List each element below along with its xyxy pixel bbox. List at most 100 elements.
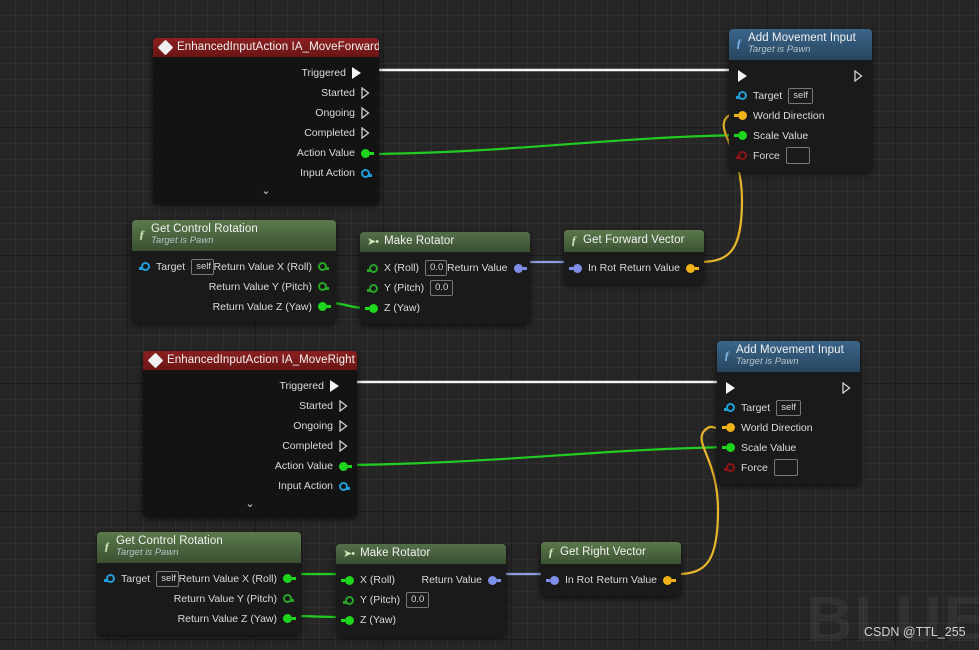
exec-out-pin[interactable] [842, 381, 851, 394]
pin-row-target[interactable]: Target self Return Value X (Roll) [97, 569, 301, 589]
data-in-pin-in-rot[interactable] [569, 263, 582, 273]
node-get-forward-vector[interactable]: ƒ Get Forward Vector In Rot Return Value [564, 230, 704, 284]
data-out-pin-roll[interactable] [283, 574, 296, 584]
node-enhanced-input-action-moveright[interactable]: EnhancedInputAction IA_MoveRight Trigger… [143, 351, 357, 518]
target-value-field[interactable]: self [156, 570, 179, 587]
blueprint-graph-canvas[interactable]: BLUEFP CSDN @TTL_255 EnhancedInputAction… [0, 0, 979, 650]
data-in-pin-world-direction[interactable] [734, 111, 747, 121]
data-in-pin-y-pitch[interactable] [367, 283, 378, 293]
exec-out-pin-started[interactable] [339, 400, 348, 413]
data-in-pin-x-roll[interactable] [367, 263, 378, 273]
pin-row-z-yaw[interactable]: Z (Yaw) [360, 298, 530, 318]
node-make-rotator-top[interactable]: ➤• Make Rotator X (Roll) 0.0 Return Valu… [360, 232, 530, 324]
data-out-pin-roll[interactable] [318, 262, 329, 272]
exec-out-pin[interactable] [854, 69, 863, 82]
pin-row-triggered[interactable]: Triggered [153, 63, 379, 83]
data-in-pin-scale-value[interactable] [734, 131, 747, 141]
pin-row-in-rot[interactable]: In Rot Return Value [564, 258, 704, 278]
pin-row-target[interactable]: Target self Return Value X (Roll) [132, 257, 336, 277]
data-out-pin-action-value[interactable] [339, 461, 352, 471]
exec-out-pin-triggered[interactable] [352, 67, 370, 80]
pin-row-pitch[interactable]: Return Value Y (Pitch) [132, 277, 336, 297]
pin-row-force[interactable]: Force [729, 146, 872, 166]
data-in-pin-force[interactable] [724, 463, 735, 473]
chevron-down-icon[interactable]: ⌄ [153, 183, 379, 198]
pin-row-target[interactable]: Target self [729, 86, 872, 106]
pin-row-triggered[interactable]: Triggered [143, 376, 357, 396]
node-get-right-vector[interactable]: ƒ Get Right Vector In Rot Return Value [541, 542, 681, 596]
chevron-down-icon[interactable]: ⌄ [143, 496, 357, 511]
data-in-pin-target[interactable] [736, 91, 747, 101]
node-get-control-rotation-top[interactable]: ƒ Get Control Rotation Target is Pawn Ta… [132, 220, 336, 323]
target-value-field[interactable]: self [776, 399, 801, 416]
data-out-pin-input-action[interactable] [361, 168, 372, 178]
pin-row-x-roll[interactable]: X (Roll) 0.0 Return Value [360, 258, 530, 278]
target-value-field[interactable]: self [191, 258, 214, 275]
data-out-pin-pitch[interactable] [283, 594, 294, 604]
pin-row-ongoing[interactable]: Ongoing [143, 416, 357, 436]
data-in-pin-z-yaw[interactable] [341, 615, 354, 625]
pin-row-completed[interactable]: Completed [143, 436, 357, 456]
data-in-pin-force[interactable] [736, 151, 747, 161]
pin-row-world-direction[interactable]: World Direction [729, 106, 872, 126]
pin-row-force[interactable]: Force [717, 458, 860, 478]
data-in-pin-target[interactable] [139, 262, 150, 272]
y-pitch-value-field[interactable]: 0.0 [406, 592, 430, 608]
node-make-rotator-bottom[interactable]: ➤• Make Rotator X (Roll) Return Value Y … [336, 544, 506, 636]
pin-row-y-pitch[interactable]: Y (Pitch) 0.0 [360, 278, 530, 298]
data-out-pin-yaw[interactable] [283, 614, 296, 624]
data-out-pin-yaw[interactable] [318, 302, 331, 312]
data-in-pin-x-roll[interactable] [341, 575, 354, 585]
pin-row-yaw[interactable]: Return Value Z (Yaw) [132, 297, 336, 317]
force-checkbox[interactable] [785, 147, 810, 165]
exec-out-pin-triggered[interactable] [330, 380, 348, 393]
exec-out-pin-ongoing[interactable] [361, 107, 370, 120]
y-pitch-value-field[interactable]: 0.0 [430, 280, 454, 296]
pin-row-y-pitch[interactable]: Y (Pitch) 0.0 [336, 590, 506, 610]
pin-row-yaw[interactable]: Return Value Z (Yaw) [97, 609, 301, 629]
data-in-pin-y-pitch[interactable] [343, 595, 354, 605]
data-out-pin-pitch[interactable] [318, 282, 329, 292]
pin-row-pitch[interactable]: Return Value Y (Pitch) [97, 589, 301, 609]
force-checkbox[interactable] [773, 459, 798, 477]
data-out-pin-input-action[interactable] [339, 481, 350, 491]
pin-row-exec[interactable] [717, 378, 860, 398]
pin-row-input-action[interactable]: Input Action [143, 476, 357, 496]
data-out-pin-return-value[interactable] [513, 263, 527, 273]
pin-row-in-rot[interactable]: In Rot Return Value [541, 570, 681, 590]
exec-in-pin[interactable] [738, 69, 756, 82]
pin-row-x-roll[interactable]: X (Roll) Return Value [336, 570, 506, 590]
data-in-pin-scale-value[interactable] [722, 443, 735, 453]
pin-row-z-yaw[interactable]: Z (Yaw) [336, 610, 506, 630]
pin-row-completed[interactable]: Completed [153, 123, 379, 143]
node-get-control-rotation-bottom[interactable]: ƒ Get Control Rotation Target is Pawn Ta… [97, 532, 301, 635]
data-in-pin-z-yaw[interactable] [365, 303, 378, 313]
data-out-pin-return-value[interactable] [686, 263, 699, 273]
data-in-pin-in-rot[interactable] [546, 575, 559, 585]
exec-out-pin-completed[interactable] [339, 440, 348, 453]
node-add-movement-input-right[interactable]: ƒ Add Movement Input Target is Pawn Targ… [717, 341, 860, 484]
pin-row-input-action[interactable]: Input Action [153, 163, 379, 183]
exec-in-pin[interactable] [726, 381, 744, 394]
pin-row-target[interactable]: Target self [717, 398, 860, 418]
pin-row-world-direction[interactable]: World Direction [717, 418, 860, 438]
pin-row-exec[interactable] [729, 66, 872, 86]
exec-out-pin-started[interactable] [361, 87, 370, 100]
data-out-pin-return-value[interactable] [488, 575, 501, 585]
node-add-movement-input-forward[interactable]: ƒ Add Movement Input Target is Pawn Targ… [729, 29, 872, 172]
data-out-pin-return-value[interactable] [663, 575, 676, 585]
x-roll-value-field[interactable]: 0.0 [425, 260, 448, 276]
pin-row-started[interactable]: Started [153, 83, 379, 103]
pin-row-scale-value[interactable]: Scale Value [729, 126, 872, 146]
data-in-pin-world-direction[interactable] [722, 423, 735, 433]
data-in-pin-target[interactable] [724, 403, 735, 413]
pin-row-ongoing[interactable]: Ongoing [153, 103, 379, 123]
exec-out-pin-ongoing[interactable] [339, 420, 348, 433]
node-enhanced-input-action-moveforward[interactable]: EnhancedInputAction IA_MoveForward Trigg… [153, 38, 379, 205]
pin-row-started[interactable]: Started [143, 396, 357, 416]
target-value-field[interactable]: self [788, 87, 813, 104]
pin-row-action-value[interactable]: Action Value [143, 456, 357, 476]
pin-row-scale-value[interactable]: Scale Value [717, 438, 860, 458]
data-out-pin-action-value[interactable] [361, 148, 374, 158]
exec-out-pin-completed[interactable] [361, 127, 370, 140]
